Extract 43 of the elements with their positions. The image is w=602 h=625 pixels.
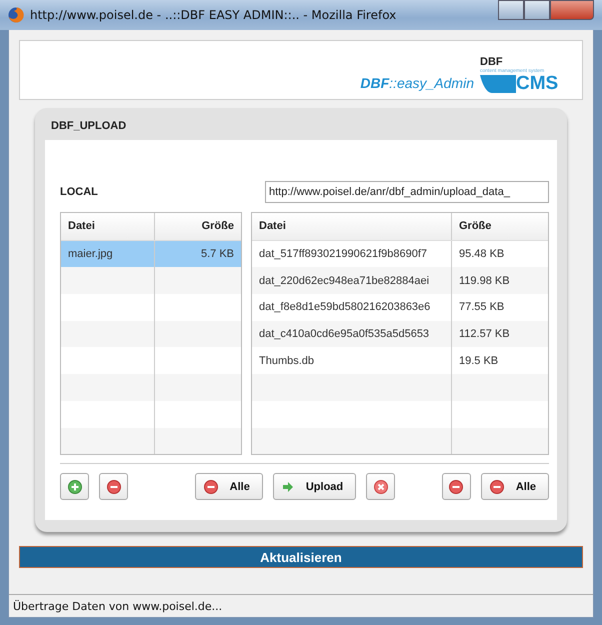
status-bar: Übertrage Daten von www.poisel.de... bbox=[9, 594, 593, 617]
table-cell-text: 77.55 KB bbox=[458, 300, 506, 316]
column-header[interactable]: Größe bbox=[452, 213, 548, 240]
logo-text: DBF bbox=[480, 56, 503, 68]
table-cell-text: 119.98 KB bbox=[458, 274, 511, 289]
table-cell-text: 95.48 KB bbox=[458, 247, 506, 262]
window-title: http://www.poisel.de - ..::DBF EASY ADMIN::.. - Mozilla Firefox bbox=[30, 8, 396, 22]
text-button[interactable]: Alle bbox=[480, 473, 549, 500]
text-button[interactable]: Upload bbox=[272, 473, 356, 500]
icon-button[interactable] bbox=[60, 473, 89, 500]
browser-icon bbox=[8, 7, 24, 23]
cancel-icon bbox=[374, 480, 388, 494]
column-header[interactable]: Datei bbox=[61, 213, 155, 240]
column-header[interactable]: Datei bbox=[252, 213, 452, 240]
minus-icon bbox=[106, 480, 120, 494]
table-row[interactable]: maier.jpg 5.7 KB bbox=[61, 240, 241, 268]
arrow-icon bbox=[282, 480, 294, 493]
product-name: DBF::easy_Admin bbox=[360, 75, 474, 93]
table-cell-text: 19.5 KB bbox=[458, 354, 500, 369]
close-button[interactable] bbox=[550, 0, 594, 20]
table-cell-text: 112.57 KB bbox=[458, 327, 511, 342]
icon-button[interactable] bbox=[442, 473, 471, 500]
maximize-button[interactable] bbox=[524, 0, 550, 20]
minimize-button[interactable] bbox=[498, 0, 524, 20]
local-label: LOCAL bbox=[60, 186, 98, 198]
minus-icon bbox=[449, 480, 464, 494]
table-cell-text: 5.7 KB bbox=[200, 247, 235, 262]
column-header[interactable]: Größe bbox=[155, 213, 241, 240]
icon-button[interactable] bbox=[366, 473, 396, 500]
minus-icon bbox=[490, 480, 504, 494]
table-cell: dat_220d62ec948ea71be82884aei bbox=[252, 267, 452, 294]
minus-icon bbox=[204, 480, 218, 494]
text-button[interactable]: Alle bbox=[194, 473, 263, 500]
logo-text: CMS bbox=[516, 74, 558, 93]
panel-title: DBF_UPLOAD bbox=[50, 119, 128, 134]
table-cell: dat_c410a0cd6e95a0f535a5d5653 bbox=[252, 320, 452, 348]
path-field[interactable]: http://www.poisel.de/anr/dbf_admin/upload_data_ bbox=[265, 181, 549, 203]
update-button[interactable]: Aktualisieren bbox=[19, 546, 583, 568]
add-icon bbox=[68, 480, 82, 494]
table-row[interactable]: dat_c410a0cd6e95a0f535a5d5653 112.57 KB bbox=[252, 320, 548, 348]
swoosh-icon bbox=[480, 74, 516, 92]
icon-button[interactable] bbox=[99, 473, 128, 500]
table-row[interactable]: dat_220d62ec948ea71be82884aei 119.98 KB bbox=[252, 267, 548, 294]
